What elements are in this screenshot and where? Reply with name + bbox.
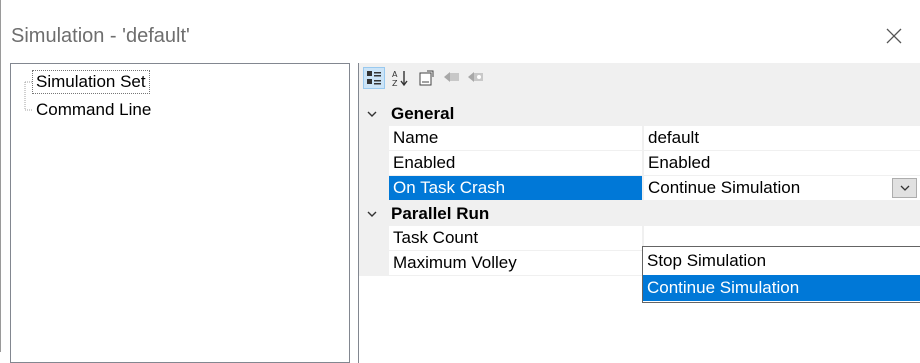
dropdown-option-continue-simulation[interactable]: Continue Simulation: [643, 275, 920, 301]
row-gutter: [359, 176, 389, 201]
categorized-button[interactable]: [363, 67, 385, 89]
property-grid-toolbar: A Z: [359, 63, 920, 101]
close-icon: [886, 28, 902, 44]
event-back-button[interactable]: [441, 67, 463, 89]
property-pages-icon: [419, 70, 434, 86]
event-forward-button[interactable]: [465, 67, 487, 89]
category-label: General: [391, 104, 455, 123]
row-gutter: [359, 226, 389, 251]
property-name[interactable]: Enabled: [389, 151, 642, 175]
sort-alphabetical-button[interactable]: A Z: [389, 67, 411, 89]
simulation-dialog: Simulation - 'default' Simulation Set Co…: [0, 0, 920, 363]
category-general[interactable]: General: [359, 101, 920, 126]
dropdown-option-stop-simulation[interactable]: Stop Simulation: [643, 248, 920, 274]
property-value[interactable]: default: [644, 126, 920, 150]
tree-item-label: Command Line: [36, 100, 152, 119]
svg-text:Z: Z: [392, 79, 398, 87]
close-button[interactable]: [871, 16, 915, 56]
property-value-editor[interactable]: Continue Simulation: [644, 176, 920, 200]
property-row-on-task-crash[interactable]: On Task Crash Continue Simulation: [359, 176, 920, 201]
dropdown-toggle-button[interactable]: [892, 178, 917, 198]
event-back-icon: [444, 72, 459, 82]
category-parallel-run[interactable]: Parallel Run: [359, 201, 920, 226]
property-grid: A Z General Name default Enabled Enabled…: [358, 63, 920, 363]
on-task-crash-dropdown-list: Stop Simulation Continue Simulation: [642, 246, 920, 303]
tree-item-command-line[interactable]: Command Line: [33, 99, 154, 121]
tree-panel: Simulation Set Command Line: [10, 63, 350, 363]
categorized-icon: [367, 71, 381, 85]
chevron-down-icon[interactable]: [365, 207, 379, 221]
event-forward-icon: [468, 72, 483, 82]
property-row-enabled[interactable]: Enabled Enabled: [359, 151, 920, 176]
tree-item-label: Simulation Set: [36, 72, 146, 91]
row-gutter: [359, 251, 389, 276]
category-label: Parallel Run: [391, 204, 490, 223]
row-gutter: [359, 151, 389, 176]
row-gutter: [359, 126, 389, 151]
tree-item-simulation-set[interactable]: Simulation Set: [32, 70, 150, 94]
property-name[interactable]: Task Count: [389, 226, 642, 250]
title-bar: Simulation - 'default': [1, 0, 920, 58]
property-row-name[interactable]: Name default: [359, 126, 920, 151]
sort-alphabetical-icon: A Z: [392, 70, 408, 87]
property-name[interactable]: Maximum Volley: [389, 251, 642, 275]
property-pages-button[interactable]: [415, 67, 437, 89]
chevron-down-icon[interactable]: [365, 107, 379, 121]
property-name[interactable]: Name: [389, 126, 642, 150]
property-value[interactable]: Enabled: [644, 151, 920, 175]
chevron-down-icon: [900, 185, 909, 191]
property-name[interactable]: On Task Crash: [389, 176, 642, 200]
window-title: Simulation - 'default': [11, 25, 190, 47]
svg-text:A: A: [392, 70, 398, 79]
